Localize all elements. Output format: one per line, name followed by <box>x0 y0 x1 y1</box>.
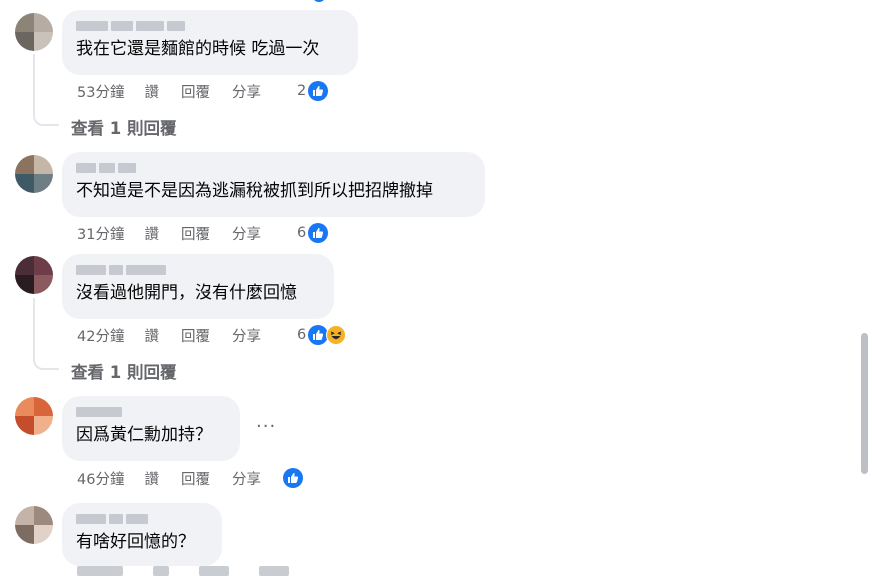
like-button[interactable]: 讚 <box>144 325 159 346</box>
cropped-like-icon <box>312 0 326 2</box>
avatar-blur <box>34 256 53 275</box>
comment-text: 沒看過他開門，沒有什麼回憶 <box>76 283 297 303</box>
reaction-count[interactable]: 6 <box>297 327 306 343</box>
like-button[interactable]: 讚 <box>144 81 159 102</box>
reply-button[interactable]: 回覆 <box>181 223 210 244</box>
avatar-blur <box>15 506 34 525</box>
reply-button[interactable]: 回覆 <box>181 468 210 489</box>
comment-text: 因爲黃仁勳加持？ <box>76 425 212 445</box>
commenter-name-blurred[interactable] <box>76 163 471 175</box>
like-reaction-icon[interactable] <box>308 81 329 101</box>
reply-button[interactable]: 回覆 <box>181 81 210 102</box>
thread-line <box>33 298 35 344</box>
avatar-blur <box>15 32 34 51</box>
like-button[interactable]: 讚 <box>144 468 159 489</box>
comment-bubble: 有啥好回憶的？ <box>62 503 222 566</box>
avatar-blur <box>34 416 53 435</box>
comment-actions: 46分鐘 讚 回覆 分享 <box>77 467 303 489</box>
commenter-name-blurred[interactable] <box>76 21 344 33</box>
avatar-blur <box>15 397 34 416</box>
avatar[interactable] <box>15 506 53 544</box>
view-replies-link[interactable]: 查看 1 則回覆 <box>71 115 176 139</box>
share-button[interactable]: 分享 <box>232 325 261 346</box>
avatar-blur <box>34 13 53 32</box>
avatar-blur <box>15 155 34 174</box>
avatar-blur <box>34 174 53 193</box>
comment-timestamp[interactable]: 42分鐘 <box>77 325 124 346</box>
comment-text: 有啥好回憶的？ <box>76 532 195 552</box>
scrollbar-thumb[interactable] <box>861 333 868 474</box>
avatar-blur <box>15 275 34 294</box>
share-button[interactable]: 分享 <box>232 468 261 489</box>
reply-connector <box>33 98 59 126</box>
avatar-blur <box>34 32 53 51</box>
comment-bubble: 我在它還是麵館的時候 吃過一次 <box>62 10 358 75</box>
comment-bubble: 因爲黃仁勳加持？ <box>62 396 240 461</box>
avatar[interactable] <box>15 397 53 435</box>
avatar-blur <box>15 13 34 32</box>
reply-connector <box>33 342 59 370</box>
commenter-name-blurred[interactable] <box>76 265 320 277</box>
avatar-blur <box>34 275 53 294</box>
comment-text: 我在它還是麵館的時候 吃過一次 <box>76 39 320 59</box>
avatar-blur <box>34 155 53 174</box>
avatar-blur <box>34 397 53 416</box>
comment-bubble: 沒看過他開門，沒有什麼回憶 <box>62 254 334 319</box>
avatar-blur <box>34 525 53 544</box>
avatar[interactable] <box>15 256 53 294</box>
avatar-blur <box>15 416 34 435</box>
comment-actions: 53分鐘 讚 回覆 分享 2 <box>77 80 329 102</box>
commenter-name-blurred[interactable] <box>76 407 226 419</box>
reaction-count[interactable]: 2 <box>297 83 306 99</box>
comment-text: 不知道是不是因為逃漏稅被抓到所以把招牌撤掉 <box>76 181 433 201</box>
comment-timestamp[interactable]: 31分鐘 <box>77 223 124 244</box>
like-reaction-icon[interactable] <box>308 223 329 243</box>
reaction-count[interactable]: 6 <box>297 225 306 241</box>
comment-bubble: 不知道是不是因為逃漏稅被抓到所以把招牌撤掉 <box>62 152 485 217</box>
view-replies-link[interactable]: 查看 1 則回覆 <box>71 359 176 383</box>
more-options-icon[interactable]: ··· <box>256 416 276 437</box>
avatar[interactable] <box>15 13 53 51</box>
avatar-blur <box>34 506 53 525</box>
comment-timestamp[interactable]: 46分鐘 <box>77 468 124 489</box>
like-reaction-icon[interactable] <box>308 325 329 345</box>
cropped-comment-actions <box>77 566 289 576</box>
avatar-blur <box>15 525 34 544</box>
comment-timestamp[interactable]: 53分鐘 <box>77 81 124 102</box>
share-button[interactable]: 分享 <box>232 81 261 102</box>
like-button[interactable]: 讚 <box>144 223 159 244</box>
reply-button[interactable]: 回覆 <box>181 325 210 346</box>
comment-actions: 31分鐘 讚 回覆 分享 6 <box>77 222 329 244</box>
like-reaction-icon[interactable] <box>282 468 303 488</box>
avatar-blur <box>15 256 34 275</box>
share-button[interactable]: 分享 <box>232 223 261 244</box>
thread-line <box>33 54 35 100</box>
haha-reaction-icon[interactable] <box>326 325 347 345</box>
avatar-blur <box>15 174 34 193</box>
avatar[interactable] <box>15 155 53 193</box>
comment-actions: 42分鐘 讚 回覆 分享 6 <box>77 324 347 346</box>
commenter-name-blurred[interactable] <box>76 514 208 526</box>
